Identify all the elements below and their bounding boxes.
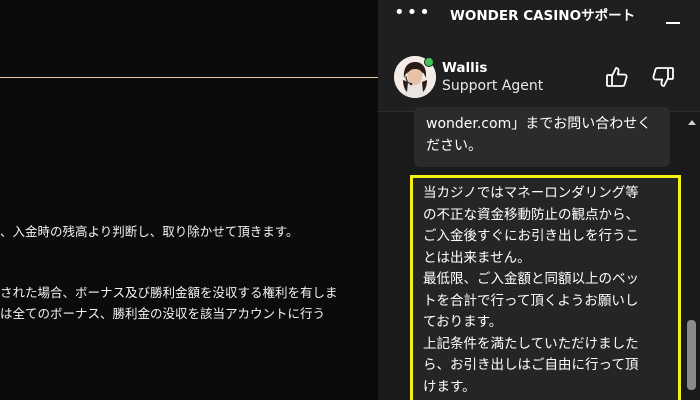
- chat-header: ••• WONDER CASINOサポート Wallis Support Age…: [378, 0, 700, 112]
- message-line: ださい。: [426, 138, 482, 154]
- message-line: ております。: [423, 314, 503, 330]
- message-line: ら、お引き出しはご自由に行って頂: [423, 357, 639, 373]
- agent-message: wonder.com」までお問い合わせく ださい。: [414, 107, 670, 167]
- message-line: 当カジノではマネーロンダリング等: [423, 185, 639, 201]
- terms-line: 、入金時の残高より判断し、取り除かせて頂きます。: [0, 224, 299, 239]
- highlighted-agent-message: 当カジノではマネーロンダリング等 の不正な資金移動防止の観点から、 ご入金後すぐ…: [410, 175, 681, 400]
- more-dots-icon[interactable]: •••: [394, 2, 432, 23]
- thumbs-down-icon[interactable]: [650, 64, 676, 90]
- support-chat-widget: ••• WONDER CASINOサポート Wallis Support Age…: [378, 0, 700, 400]
- agent-role: Support Agent: [442, 78, 544, 94]
- message-line: とは出来ません。: [423, 249, 531, 266]
- message-line: けます。: [423, 378, 476, 395]
- message-line: 上記条件を満たしていただけました: [423, 335, 639, 352]
- message-list[interactable]: wonder.com」までお問い合わせく ださい。 当カジノではマネーロンダリン…: [378, 107, 700, 400]
- scrollbar-thumb[interactable]: [687, 320, 696, 390]
- scroll-up-arrow-icon[interactable]: [688, 120, 696, 125]
- agent-name: Wallis: [442, 60, 488, 76]
- message-line: 最低限、ご入金額と同額以上のベッ: [423, 271, 639, 287]
- minimize-icon[interactable]: [666, 10, 680, 24]
- chat-title: WONDER CASINOサポート: [450, 8, 636, 24]
- message-line: wonder.com」までお問い合わせく: [426, 116, 652, 132]
- message-line: の不正な資金移動防止の観点から、: [423, 206, 639, 223]
- online-status-icon: [424, 57, 434, 67]
- terms-line: された場合、ボーナス及び勝利金額を没収する権利を有しま: [0, 285, 338, 300]
- message-line: トを合計で行って頂くようお願いし: [423, 292, 639, 309]
- message-line: ご入金後すぐにお引き出しを行うこ: [423, 228, 639, 244]
- terms-line: は全てのボーナス、勝利金の没収を該当アカウントに行う: [0, 306, 326, 321]
- thumbs-up-icon[interactable]: [604, 64, 630, 90]
- divider-line: [0, 77, 378, 78]
- background-page: 、入金時の残高より判断し、取り除かせて頂きます。 された場合、ボーナス及び勝利金…: [0, 0, 378, 400]
